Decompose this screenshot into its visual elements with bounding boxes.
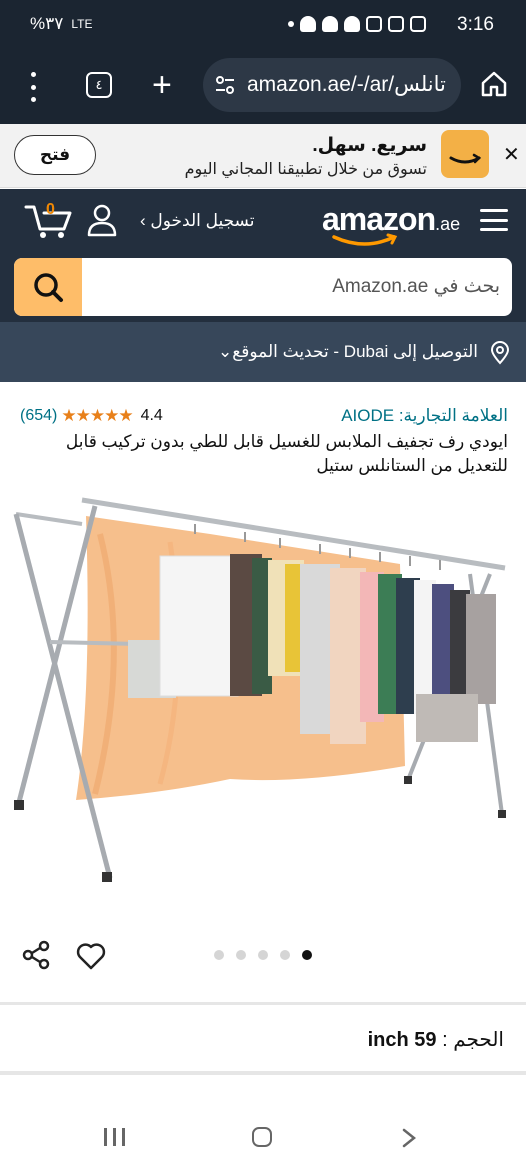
browser-toolbar: ٤ + amazon.ae/-/ar/تانلس (0, 52, 526, 124)
back-icon[interactable] (400, 1128, 418, 1148)
open-app-button[interactable]: فتح (14, 135, 96, 175)
image-carousel-dots[interactable] (214, 950, 312, 960)
home-icon[interactable] (480, 70, 508, 98)
size-value: 59 inch (367, 1029, 437, 1051)
site-settings-icon[interactable] (215, 75, 235, 95)
carousel-dot-active[interactable] (302, 950, 312, 960)
product-image[interactable] (0, 494, 526, 904)
brand-link[interactable]: العلامة التجارية: AIODE (341, 406, 508, 426)
sign-in-link[interactable]: تسجيل الدخول › (140, 211, 254, 231)
dot-icon (288, 21, 294, 27)
status-bar: %٣٧ LTE 3:16 (0, 0, 526, 52)
browser-menu-icon[interactable] (28, 72, 38, 102)
product-header: العلامة التجارية: AIODE (654) ★★★★★ 4.4 … (0, 384, 526, 494)
logo-text: amazon (322, 201, 436, 237)
star-rating-icon: ★★★★★ (61, 406, 133, 425)
search-button[interactable] (14, 258, 82, 316)
snapchat-icon (344, 16, 360, 32)
cart-count: 0 (46, 201, 55, 218)
size-selector[interactable]: الحجم : 59 inch (368, 1027, 504, 1052)
size-label: الحجم : (442, 1029, 504, 1051)
close-icon[interactable]: ✕ (503, 142, 520, 167)
status-time: 3:16 (457, 14, 494, 35)
banner-subtitle: تسوق من خلال تطبيقنا المجاني اليوم (184, 161, 427, 178)
rating[interactable]: (654) ★★★★★ 4.4 (20, 406, 163, 426)
rating-score: 4.4 (140, 407, 163, 424)
banner-title: سريع. سهل. (312, 135, 427, 156)
share-icon[interactable] (22, 940, 50, 970)
network-type: LTE (71, 17, 93, 31)
home-nav-icon[interactable] (252, 1127, 272, 1147)
search-bar (14, 258, 512, 316)
drying-rack-illustration (13, 497, 506, 882)
heart-icon[interactable] (76, 942, 106, 970)
instagram-icon (410, 16, 426, 32)
menu-icon[interactable] (480, 209, 508, 231)
app-install-banner: فتح سريع. سهل. تسوق من خلال تطبيقنا المج… (0, 124, 526, 188)
snapchat-icon (322, 16, 338, 32)
location-pin-icon (490, 341, 510, 365)
battery-level: %٣٧ (30, 14, 64, 33)
divider (0, 1002, 526, 1005)
tabs-button[interactable]: ٤ (86, 72, 112, 98)
address-bar[interactable]: amazon.ae/-/ar/تانلس (203, 58, 461, 112)
recent-apps-icon[interactable] (104, 1128, 125, 1146)
url-text[interactable]: amazon.ae/-/ar/تانلس (247, 72, 453, 97)
notification-icons (288, 16, 426, 32)
new-tab-button[interactable]: + (152, 68, 172, 102)
snapchat-icon (300, 16, 316, 32)
logo-tld: .ae (435, 214, 461, 234)
search-input[interactable] (94, 258, 500, 316)
carousel-dot[interactable] (236, 950, 246, 960)
instagram-icon (366, 16, 382, 32)
product-title: ايودي رف تجفيف الملابس للغسيل قابل للطي … (65, 432, 508, 475)
status-left: %٣٧ LTE (30, 14, 93, 34)
carousel-dot[interactable] (280, 950, 290, 960)
carousel-dot[interactable] (214, 950, 224, 960)
divider (0, 1071, 526, 1075)
amazon-app-icon (441, 130, 489, 178)
rating-count[interactable]: (654) (20, 407, 57, 425)
delivery-location-bar[interactable]: التوصيل إلى Dubai - تحديث الموقع⌄ (0, 322, 526, 382)
carousel-dot[interactable] (258, 950, 268, 960)
logo-smile-icon (332, 233, 398, 246)
delivery-location-text[interactable]: التوصيل إلى Dubai - تحديث الموقع⌄ (218, 342, 478, 362)
user-icon[interactable] (86, 203, 118, 237)
system-nav-bar (0, 1100, 526, 1169)
instagram-icon (388, 16, 404, 32)
search-icon (34, 273, 63, 302)
site-header: amazon.ae تسجيل الدخول › 0 (0, 189, 526, 322)
